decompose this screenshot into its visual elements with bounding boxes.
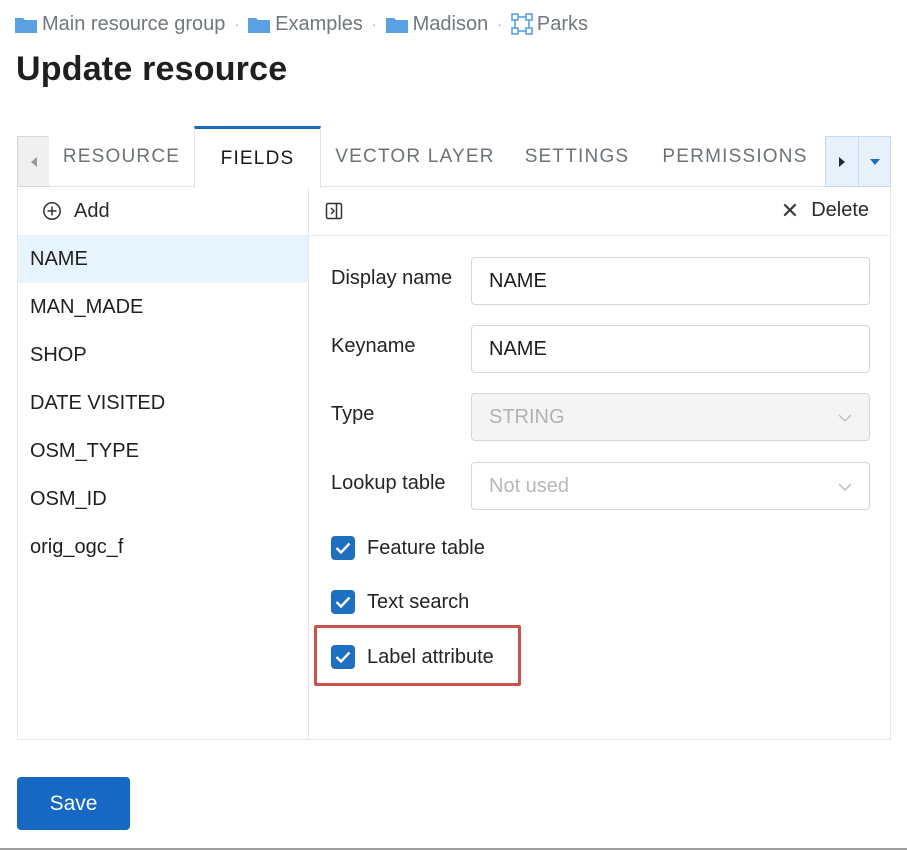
tab-bar: RESOURCE FIELDS VECTOR LAYER SETTINGS PE… bbox=[17, 126, 891, 188]
keyname-label: Keyname bbox=[331, 335, 416, 357]
type-select: STRING bbox=[471, 393, 870, 441]
lookup-table-row: Lookup table Not used bbox=[310, 462, 891, 510]
tab-fields[interactable]: FIELDS bbox=[194, 126, 321, 188]
display-name-input[interactable]: NAME bbox=[471, 257, 870, 305]
breadcrumb-label: Madison bbox=[412, 12, 489, 35]
collapse-panel-icon[interactable] bbox=[325, 202, 343, 220]
type-label: Type bbox=[331, 403, 375, 425]
add-field-label: Add bbox=[74, 199, 110, 222]
field-list-item[interactable]: OSM_ID bbox=[18, 475, 308, 523]
tab-scroll-left-button[interactable] bbox=[17, 136, 49, 187]
label-attribute-label: Label attribute bbox=[367, 645, 494, 668]
display-name-row: Display name NAME bbox=[310, 257, 891, 305]
chevron-down-icon bbox=[838, 414, 852, 423]
folder-icon bbox=[385, 17, 408, 33]
label-attribute-checkbox[interactable] bbox=[331, 645, 355, 669]
field-editor-toolbar: ✕ Delete bbox=[310, 187, 891, 236]
field-list-item[interactable]: DATE VISITED bbox=[18, 379, 308, 427]
plus-circle-icon bbox=[43, 202, 61, 220]
breadcrumb: Main resource group · Examples · Madison… bbox=[15, 11, 588, 37]
breadcrumb-item-parks[interactable]: Parks bbox=[511, 13, 588, 36]
tab-permissions[interactable]: PERMISSIONS bbox=[645, 126, 825, 187]
breadcrumb-label: Parks bbox=[536, 12, 588, 35]
caret-down-icon bbox=[869, 158, 880, 165]
breadcrumb-item-main-resource-group[interactable]: Main resource group bbox=[15, 13, 225, 36]
field-editor: ✕ Delete Display name NAME Keyname NAME … bbox=[310, 187, 891, 739]
save-button[interactable]: Save bbox=[17, 777, 130, 830]
chevron-down-icon bbox=[838, 483, 852, 492]
checkmark-icon bbox=[335, 651, 351, 663]
feature-table-label: Feature table bbox=[367, 536, 485, 559]
field-list-item[interactable]: OSM_TYPE bbox=[18, 427, 308, 475]
feature-table-checkbox[interactable] bbox=[331, 536, 355, 560]
caret-left-icon bbox=[30, 156, 37, 167]
type-row: Type STRING bbox=[310, 393, 891, 441]
lookup-table-label: Lookup table bbox=[331, 472, 446, 494]
field-list: NAME MAN_MADE SHOP DATE VISITED OSM_TYPE… bbox=[18, 235, 308, 571]
field-list-item[interactable]: NAME bbox=[18, 235, 308, 283]
caret-right-icon bbox=[839, 156, 845, 167]
tab-vector-layer[interactable]: VECTOR LAYER bbox=[321, 126, 509, 187]
checkmark-icon bbox=[335, 542, 351, 554]
breadcrumb-item-examples[interactable]: Examples bbox=[248, 13, 363, 36]
checkmark-icon bbox=[335, 596, 351, 608]
tab-scroll-right-button[interactable] bbox=[825, 136, 859, 187]
delete-field-button[interactable]: ✕ Delete bbox=[781, 199, 869, 222]
breadcrumb-separator: · bbox=[234, 16, 240, 32]
delete-label: Delete bbox=[811, 199, 869, 221]
vector-layer-icon bbox=[511, 13, 533, 35]
tab-settings[interactable]: SETTINGS bbox=[509, 126, 645, 187]
add-field-button[interactable]: Add bbox=[18, 187, 309, 235]
type-select-value: STRING bbox=[489, 405, 565, 428]
label-attribute-checkbox-row[interactable]: Label attribute bbox=[331, 645, 494, 669]
tab-resource[interactable]: RESOURCE bbox=[49, 126, 194, 187]
breadcrumb-separator: · bbox=[497, 16, 502, 32]
field-list-item[interactable]: SHOP bbox=[18, 331, 308, 379]
keyname-input[interactable]: NAME bbox=[471, 325, 870, 373]
breadcrumb-separator: · bbox=[371, 16, 377, 32]
lookup-table-placeholder: Not used bbox=[489, 474, 570, 497]
close-icon: ✕ bbox=[780, 197, 800, 223]
fields-panel: Add NAME MAN_MADE SHOP DATE VISITED OSM_… bbox=[17, 187, 891, 740]
text-search-checkbox-row[interactable]: Text search bbox=[331, 590, 469, 614]
field-list-item[interactable]: orig_ogc_f bbox=[18, 523, 308, 571]
feature-table-checkbox-row[interactable]: Feature table bbox=[331, 536, 485, 560]
field-list-item[interactable]: MAN_MADE bbox=[18, 283, 308, 331]
field-list-column: Add NAME MAN_MADE SHOP DATE VISITED OSM_… bbox=[18, 187, 309, 739]
text-search-checkbox[interactable] bbox=[331, 590, 355, 614]
page-title: Update resource bbox=[16, 50, 288, 88]
text-search-label: Text search bbox=[367, 590, 470, 613]
display-name-label: Display name bbox=[331, 267, 453, 289]
keyname-row: Keyname NAME bbox=[310, 325, 891, 373]
breadcrumb-label: Main resource group bbox=[42, 12, 226, 35]
lookup-table-select[interactable]: Not used bbox=[471, 462, 870, 510]
breadcrumb-item-madison[interactable]: Madison bbox=[385, 12, 489, 36]
folder-icon bbox=[15, 17, 37, 33]
breadcrumb-label: Examples bbox=[275, 12, 363, 35]
folder-icon bbox=[248, 17, 271, 33]
tab-overflow-menu-button[interactable] bbox=[859, 136, 891, 187]
